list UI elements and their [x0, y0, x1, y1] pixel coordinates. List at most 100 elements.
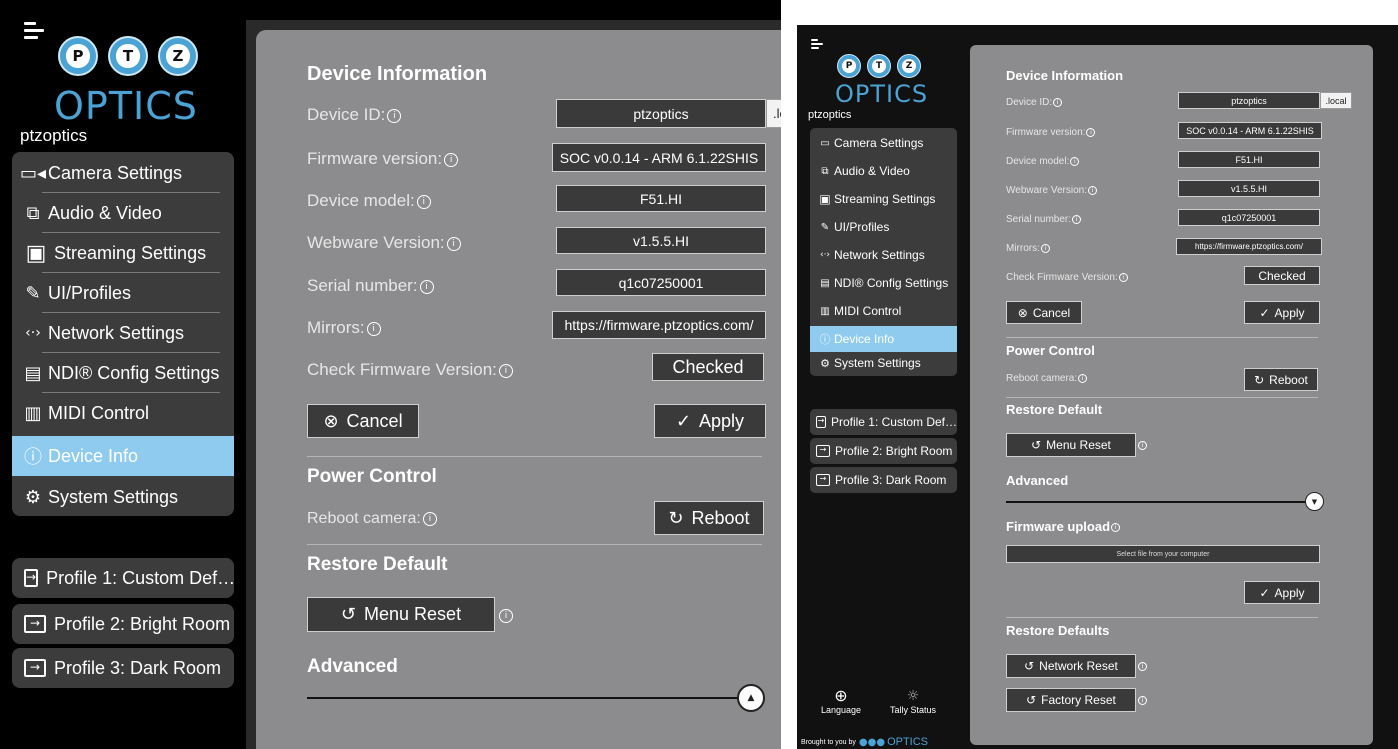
streaming-icon: ▣ — [819, 192, 831, 206]
reboot-button[interactable]: ↻ Reboot — [1244, 368, 1318, 391]
section-title-advanced: Advanced — [307, 656, 398, 677]
check-circle-icon: ✓ — [675, 410, 692, 432]
device-id-label: Device ID: i — [307, 105, 402, 125]
check-circle-icon: ✓ — [1259, 305, 1270, 320]
sidebar-item-ui-profiles[interactable]: ✎ UI/Profiles — [12, 274, 234, 312]
advanced-toggle-down-icon[interactable]: ▼ — [1305, 492, 1324, 511]
device-info-panel — [256, 30, 781, 749]
check-firmware-button[interactable]: Checked — [1244, 266, 1320, 285]
gear-icon: ⚙ — [820, 356, 830, 370]
profile-enter-icon: → — [24, 569, 39, 587]
info-icon: i — [499, 609, 513, 623]
sidebar-item-midi-control[interactable]: ▥ MIDI Control — [810, 298, 957, 324]
device-model-field: F51.HI — [1178, 151, 1320, 168]
device-name: ptzoptics — [808, 109, 852, 121]
section-title-device-information: Device Information — [307, 63, 488, 85]
apply-button[interactable]: ✓ Apply — [654, 404, 766, 438]
history-icon: ↺ — [340, 604, 357, 625]
info-icon: i — [416, 194, 431, 209]
info-icon: i — [422, 511, 437, 526]
sidebar-item-network-settings[interactable]: ‹·› Network Settings — [810, 242, 957, 268]
mirrors-field[interactable]: https://firmware.ptzoptics.com/ — [552, 311, 766, 339]
section-title-restore-default: Restore Default — [1006, 402, 1103, 417]
sidebar-menu: ▭ Camera Settings ⧉ Audio & Video ▣ Streami… — [810, 128, 957, 376]
cancel-x-icon: ⊗ — [1017, 305, 1028, 320]
check-firmware-button[interactable]: Checked — [652, 353, 764, 381]
section-title-firmware-upload: Firmware upload i — [1006, 519, 1121, 534]
info-icon: i — [1040, 243, 1050, 253]
sidebar-item-audio-video[interactable]: ⧉ Audio & Video — [12, 194, 234, 232]
firmware-apply-button[interactable]: ✓ Apply — [1244, 581, 1320, 604]
hamburger-menu-icon[interactable] — [24, 22, 44, 43]
history-icon: ↺ — [1026, 693, 1037, 707]
info-icon: i — [1070, 156, 1080, 166]
tally-status-button[interactable]: ☼ Tally Status — [881, 687, 945, 715]
sidebar-item-system-settings[interactable]: ⚙ System Settings — [12, 478, 234, 516]
profile-enter-icon: → — [24, 659, 46, 677]
video-camera-icon: ▭◂ — [19, 162, 47, 184]
profile-1-button[interactable]: → Profile 1: Custom Def… — [12, 558, 234, 598]
language-button[interactable]: ⊕ Language — [817, 686, 865, 716]
serial-number-field: q1c07250001 — [1178, 209, 1320, 226]
menu-reset-button[interactable]: ↺ Menu Reset — [1006, 433, 1136, 457]
advanced-toggle-up-icon[interactable]: ▲ — [737, 684, 765, 712]
cancel-button[interactable]: ⊗ Cancel — [1006, 301, 1082, 324]
profile-3-button[interactable]: → Profile 3: Dark Room — [12, 648, 234, 688]
section-title-restore-defaults: Restore Defaults — [1006, 623, 1110, 638]
ndi-icon: ▤ — [820, 277, 830, 289]
apply-button[interactable]: ✓ Apply — [1244, 301, 1320, 324]
menu-reset-button[interactable]: ↺ Menu Reset — [307, 597, 495, 632]
section-title-advanced: Advanced — [1006, 473, 1069, 488]
hamburger-menu-icon[interactable] — [811, 39, 823, 53]
sidebar-item-camera-settings[interactable]: ▭ Camera Settings — [810, 130, 957, 156]
factory-reset-button[interactable]: ↺ Factory Reset — [1006, 688, 1136, 712]
info-icon: i — [444, 152, 459, 167]
device-id-field[interactable]: ptzoptics — [556, 99, 766, 128]
sidebar-item-camera-settings[interactable]: ▭◂ Camera Settings — [12, 154, 234, 192]
info-circle-icon: ⓘ — [24, 447, 42, 468]
reboot-camera-label: Reboot camera: i — [1006, 373, 1088, 384]
ndi-icon: ▤ — [24, 362, 42, 384]
serial-number-field: q1c07250001 — [556, 269, 766, 296]
ptz-mini-logo-icon: ●●● — [858, 736, 886, 748]
info-icon: i — [1078, 373, 1088, 383]
sidebar-item-audio-video[interactable]: ⧉ Audio & Video — [810, 158, 957, 184]
sidebar-item-ndi-config-settings[interactable]: ▤ NDI® Config Settings — [810, 270, 957, 296]
cancel-button[interactable]: ⊗ Cancel — [307, 404, 419, 438]
info-icon: i — [1053, 97, 1063, 107]
firmware-file-select-input[interactable]: Select file from your computer — [1006, 545, 1320, 563]
firmware-version-field: SOC v0.0.14 - ARM 6.1.22SHIS — [552, 143, 766, 172]
audio-video-icon: ⧉ — [26, 202, 40, 224]
reboot-camera-label: Reboot camera: i — [307, 510, 437, 528]
device-id-field[interactable]: ptzoptics — [1178, 92, 1320, 109]
profile-3-button[interactable]: → Profile 3: Dark Room — [810, 467, 957, 493]
info-icon: i — [419, 279, 434, 294]
serial-number-label: Serial number: i — [307, 276, 434, 296]
sidebar-item-system-settings[interactable]: ⚙ System Settings — [810, 350, 957, 376]
network-reset-button[interactable]: ↺ Network Reset — [1006, 654, 1136, 678]
check-firmware-label: Check Firmware Version: i — [1006, 272, 1128, 283]
profile-1-button[interactable]: → Profile 1: Custom Def… — [810, 409, 957, 435]
sidebar-item-device-info[interactable]: ⓘ Device Info — [810, 326, 957, 352]
sidebar-item-midi-control[interactable]: ▥ MIDI Control — [12, 394, 234, 432]
profile-2-button[interactable]: → Profile 2: Bright Room — [12, 604, 234, 644]
sidebar-item-ndi-config-settings[interactable]: ▤ NDI® Config Settings — [12, 354, 234, 392]
sidebar-item-device-info[interactable]: ⓘ Device Info — [12, 436, 234, 476]
profile-2-button[interactable]: → Profile 2: Bright Room — [810, 438, 957, 464]
sidebar-item-streaming-settings[interactable]: ▣ Streaming Settings — [810, 186, 957, 212]
divider — [1006, 617, 1318, 618]
info-icon: i — [1111, 523, 1121, 533]
sidebar-item-streaming-settings[interactable]: ▣ Streaming Settings — [12, 234, 234, 272]
refresh-icon: ↻ — [1254, 372, 1265, 387]
info-icon: i — [366, 321, 381, 336]
reboot-button[interactable]: ↻ Reboot — [654, 501, 764, 535]
sidebar-item-network-settings[interactable]: ‹·› Network Settings — [12, 314, 234, 352]
info-icon: i — [1118, 272, 1128, 282]
device-info-panel — [970, 45, 1373, 745]
mirrors-field[interactable]: https://firmware.ptzoptics.com/ — [1176, 238, 1322, 255]
globe-icon: ⊕ — [834, 686, 848, 705]
palette-icon: ✎ — [25, 282, 41, 304]
sidebar-menu: ▭◂ Camera Settings ⧉ Audio & Video ▣ Stream… — [12, 152, 234, 516]
device-model-label: Device model: i — [307, 191, 431, 211]
sidebar-item-ui-profiles[interactable]: ✎ UI/Profiles — [810, 214, 957, 240]
